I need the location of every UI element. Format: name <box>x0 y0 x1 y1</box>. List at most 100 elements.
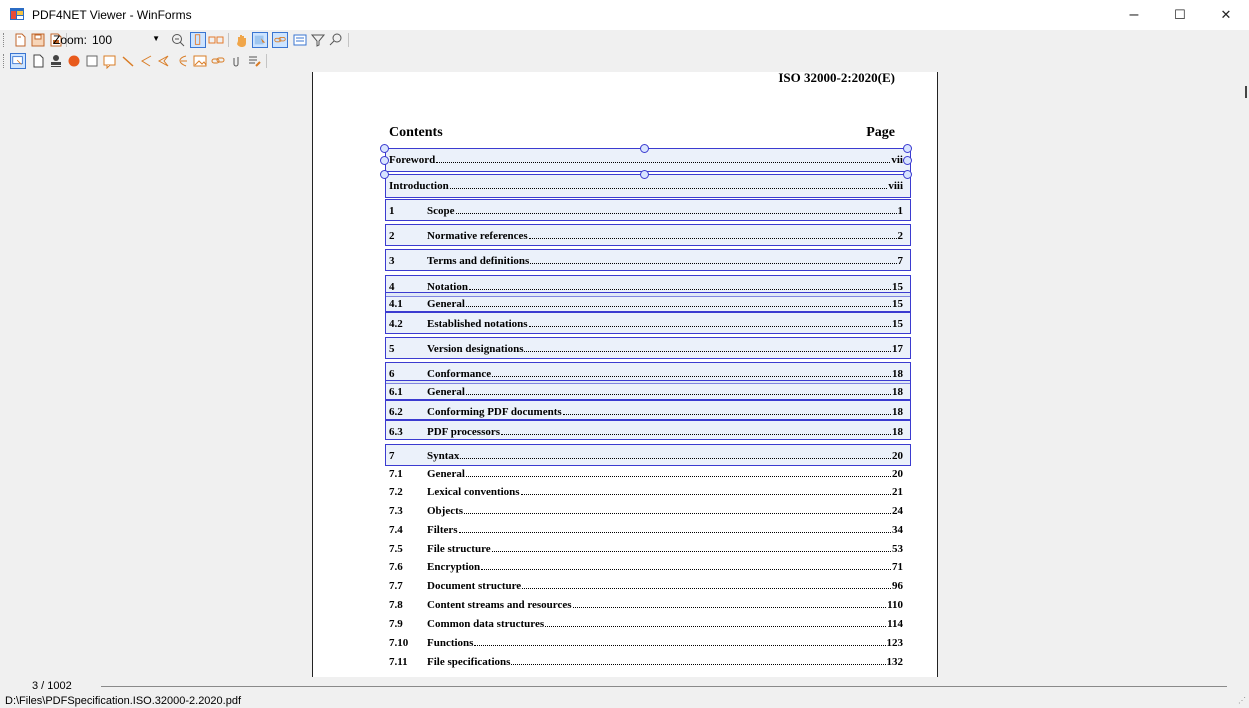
form-icon[interactable] <box>292 32 308 48</box>
search-icon[interactable] <box>328 32 344 48</box>
toc-entry[interactable]: 7.11 File specifications 132 <box>389 653 903 671</box>
toc-leader-dots <box>468 289 891 290</box>
toc-entry[interactable]: 6.3 PDF processors 18 <box>389 423 903 441</box>
toc-entry-page: 34 <box>892 524 903 536</box>
close-button[interactable]: ✕ <box>1203 0 1249 30</box>
toc-entry[interactable]: 7.9 Common data structures 114 <box>389 615 903 633</box>
toc-leader-dots <box>511 664 886 665</box>
toc-entry-number: 7.11 <box>389 656 408 668</box>
annotation-toolbar <box>0 51 1249 71</box>
toc-entry-page: 123 <box>886 637 904 649</box>
highlight-icon[interactable] <box>246 53 262 69</box>
toc-entry-page: 20 <box>892 468 903 480</box>
filter-icon[interactable] <box>310 32 326 48</box>
toc-entry-title: Foreword <box>389 154 436 166</box>
zoom-select[interactable]: 100 ▼ <box>88 31 164 48</box>
toc-entry[interactable]: 6.2 Conforming PDF documents 18 <box>389 403 903 421</box>
note-icon[interactable] <box>102 53 118 69</box>
main-toolbar: Zoom: 100 ▼ <box>0 30 1249 50</box>
image-icon[interactable] <box>192 53 208 69</box>
toc-leader-dots <box>436 162 891 163</box>
toc-entry-number: 5 <box>389 343 395 355</box>
pan-hand-icon[interactable] <box>234 32 250 48</box>
resize-handle[interactable] <box>380 156 389 165</box>
toc-entry[interactable]: 7.4 Filters 34 <box>389 521 903 539</box>
toc-entry[interactable]: 7.5 File structure 53 <box>389 540 903 558</box>
toc-entry[interactable]: 4.2 Established notations 15 <box>389 315 903 333</box>
toc-entry[interactable]: 5 Version designations 17 <box>389 340 903 358</box>
page-icon[interactable] <box>30 53 46 69</box>
polygon-icon[interactable] <box>156 53 172 69</box>
single-page-button[interactable] <box>190 32 206 48</box>
toc-leader-dots <box>458 532 891 533</box>
select-text-button[interactable] <box>252 32 268 48</box>
toc-entry-page: 18 <box>892 386 903 398</box>
resize-handle[interactable] <box>903 170 912 179</box>
toc-leader-dots <box>455 213 897 214</box>
toc-entry-page: 18 <box>892 406 903 418</box>
attachment-icon[interactable] <box>228 53 244 69</box>
toc-entry-number: 7.4 <box>389 524 403 536</box>
toc-entry[interactable]: Foreword vii <box>389 151 903 169</box>
resize-handle[interactable] <box>640 144 649 153</box>
toc-entry[interactable]: 6.1 General 18 <box>389 383 903 401</box>
minimize-button[interactable]: – <box>1111 0 1157 30</box>
toc-leader-dots <box>520 494 891 495</box>
toc-entry[interactable]: 7.2 Lexical conventions 21 <box>389 483 903 501</box>
toc-leader-dots <box>524 351 891 352</box>
toc-entry[interactable]: 7.6 Encryption 71 <box>389 558 903 576</box>
stamp-icon[interactable] <box>48 53 64 69</box>
maximize-button[interactable]: ☐ <box>1157 0 1203 30</box>
toc-entry[interactable]: 3 Terms and definitions 7 <box>389 252 903 270</box>
pdf-page[interactable]: ISO 32000-2:2020(E) Contents Page Forewo… <box>312 72 938 677</box>
ink-icon[interactable] <box>174 53 190 69</box>
toolbar-grip[interactable] <box>3 54 7 68</box>
toc-entry[interactable]: 2 Normative references 2 <box>389 227 903 245</box>
toc-entry-number: 7.7 <box>389 580 403 592</box>
vertical-scroll-thumb[interactable] <box>1245 86 1247 98</box>
toc-entry-title: Filters <box>427 524 458 536</box>
toc-entry-page: 7 <box>897 255 904 267</box>
toc-entry-page: 110 <box>887 599 903 611</box>
toc-entry-number: 7.6 <box>389 561 403 573</box>
file-path: D:\Files\PDFSpecification.ISO.32000-2.20… <box>5 695 242 707</box>
horizontal-scrollbar[interactable] <box>101 686 1227 687</box>
toc-entry-title: Syntax <box>427 450 460 462</box>
save-icon[interactable] <box>30 32 46 48</box>
link-annotation-icon[interactable] <box>210 53 226 69</box>
polyline-icon[interactable] <box>138 53 154 69</box>
toc-entry-title: Content streams and resources <box>427 599 572 611</box>
resize-handle[interactable] <box>640 170 649 179</box>
toolbar-grip[interactable] <box>3 33 7 47</box>
select-annotation-button[interactable] <box>10 53 26 69</box>
resize-handle[interactable] <box>903 144 912 153</box>
toc-entry-title: Normative references <box>427 230 528 242</box>
toc-entry-number: 3 <box>389 255 395 267</box>
toc-entry-page: 71 <box>892 561 903 573</box>
circle-icon[interactable] <box>66 53 82 69</box>
toc-entry[interactable]: 7.3 Objects 24 <box>389 502 903 520</box>
toc-entry[interactable]: 4.1 General 15 <box>389 295 903 313</box>
resize-handle[interactable] <box>380 170 389 179</box>
toc-entry[interactable]: 7.1 General 20 <box>389 465 903 483</box>
toc-entry[interactable]: Introduction viii <box>389 177 903 195</box>
zoom-in-icon[interactable] <box>170 32 186 48</box>
resize-grip[interactable]: ⋰ <box>1238 696 1246 705</box>
toc-entry-number: 4.2 <box>389 318 403 330</box>
resize-handle[interactable] <box>380 144 389 153</box>
two-page-icon[interactable] <box>208 32 224 48</box>
toc-entry[interactable]: 1 Scope 1 <box>389 202 903 220</box>
document-viewer[interactable]: ISO 32000-2:2020(E) Contents Page Forewo… <box>0 72 1249 677</box>
square-icon[interactable] <box>84 53 100 69</box>
toc-entry[interactable]: 7 Syntax 20 <box>389 447 903 465</box>
line-icon[interactable] <box>120 53 136 69</box>
toc-entry[interactable]: 7.7 Document structure 96 <box>389 577 903 595</box>
toc-entry[interactable]: 7.8 Content streams and resources 110 <box>389 596 903 614</box>
toc-entry-page: 20 <box>892 450 903 462</box>
open-icon[interactable] <box>12 32 28 48</box>
toc-entry[interactable]: 7.10 Functions 123 <box>389 634 903 652</box>
resize-handle[interactable] <box>903 156 912 165</box>
toc-entry-number: 6 <box>389 368 395 380</box>
link-button[interactable] <box>272 32 288 48</box>
page-column-heading: Page <box>866 125 895 140</box>
